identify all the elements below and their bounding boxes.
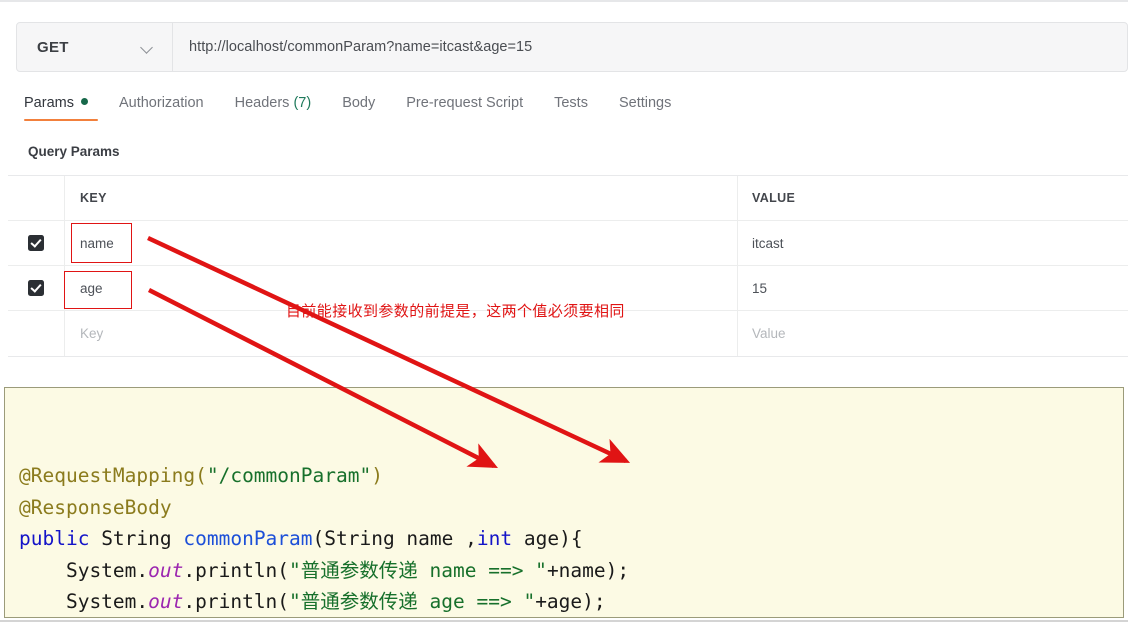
query-params-table: KEY VALUE name itcast age 15 Key Value <box>8 175 1128 357</box>
tab-authorization[interactable]: Authorization <box>119 95 204 119</box>
tab-active-underline <box>24 118 98 121</box>
header-cell-checkbox <box>8 176 65 220</box>
table-header-row: KEY VALUE <box>8 176 1128 221</box>
code-line: return "{'module':'common param'}"; <box>19 618 1123 619</box>
code-token: (String name , <box>312 527 477 550</box>
tab-pre-request-script-label: Pre-request Script <box>406 95 524 111</box>
row-value-cell-name[interactable]: itcast <box>738 221 1128 265</box>
tab-params[interactable]: Params <box>24 95 98 121</box>
code-token: @ResponseBody <box>19 495 172 519</box>
code-token: String <box>89 527 184 550</box>
tab-headers[interactable]: Headers (7) <box>235 95 312 119</box>
request-tab-bar: Params Authorization Headers (7) Body Pr… <box>24 95 702 125</box>
row-key-cell-name[interactable]: name <box>65 221 738 265</box>
tab-tests-label: Tests <box>554 95 588 111</box>
header-cell-value: VALUE <box>738 176 1128 220</box>
row-value-cell-empty[interactable]: Value <box>738 311 1128 356</box>
row-key-name: name <box>80 235 114 251</box>
code-token: out <box>148 590 184 613</box>
code-line: @ResponseBody <box>19 492 1123 524</box>
code-token: +name); <box>546 558 630 582</box>
tab-settings-label: Settings <box>618 95 672 111</box>
tab-headers-label: Headers <box>234 95 290 111</box>
screenshot-root: GET Params Authorization Headers (7) Bod… <box>0 0 1128 630</box>
row-checkbox-cell-empty[interactable] <box>8 311 65 356</box>
tab-headers-count: (7) <box>293 95 312 111</box>
tab-settings[interactable]: Settings <box>619 95 671 119</box>
row-checkbox-name[interactable] <box>28 235 44 251</box>
column-header-value: VALUE <box>752 191 796 205</box>
tab-body-label: Body <box>342 95 376 111</box>
code-token: System. <box>19 558 149 582</box>
code-line: System.out.println("普通参数传递 name ==> "+na… <box>19 555 1123 587</box>
code-token: out <box>148 558 184 582</box>
code-line: System.out.println("普通参数传递 age ==> "+age… <box>19 586 1123 617</box>
row-value-name: itcast <box>752 235 784 251</box>
code-token: .println( <box>183 558 290 582</box>
tab-params-label: Params <box>24 95 74 111</box>
row-value-placeholder: Value <box>752 326 786 341</box>
code-token: +age); <box>535 590 606 613</box>
chevron-down-icon <box>141 41 154 54</box>
code-lines: @RequestMapping("/commonParam") @Response… <box>19 460 1123 619</box>
code-token: int <box>476 527 513 550</box>
request-url-input[interactable] <box>173 23 1127 71</box>
row-checkbox-cell[interactable] <box>8 266 65 310</box>
code-token: "/commonParam" <box>206 464 372 487</box>
code-token: public <box>19 527 90 550</box>
http-method-dropdown[interactable]: GET <box>17 23 173 71</box>
row-value-cell-age[interactable]: 15 <box>738 266 1128 310</box>
code-token: "普通参数传递 name ==> " <box>289 558 547 582</box>
bottom-divider <box>0 620 1128 622</box>
tab-pre-request-script[interactable]: Pre-request Script <box>406 95 523 119</box>
code-token: commonParam <box>183 527 313 550</box>
code-token: "普通参数传递 age ==> " <box>289 590 536 613</box>
params-modified-dot-icon <box>80 98 88 105</box>
code-token: .println( <box>183 590 290 613</box>
row-value-age: 15 <box>752 280 768 296</box>
code-line: public String commonParam(String name ,i… <box>19 523 1123 555</box>
java-code-block: @RequestMapping("/commonParam") @Response… <box>4 387 1124 618</box>
request-url-bar: GET <box>16 22 1128 72</box>
table-row[interactable]: name itcast <box>8 221 1128 266</box>
tab-authorization-label: Authorization <box>118 95 204 111</box>
row-checkbox-age[interactable] <box>28 280 44 296</box>
column-header-key: KEY <box>80 191 107 205</box>
code-line: @RequestMapping("/commonParam") <box>19 460 1123 492</box>
annotation-note-text: 目前能接收到参数的前提是，这两个值必须要相同 <box>286 302 625 320</box>
header-cell-key: KEY <box>65 176 738 220</box>
tab-tests[interactable]: Tests <box>554 95 588 119</box>
http-method-label: GET <box>37 38 69 56</box>
code-token: System. <box>19 590 149 613</box>
row-key-placeholder: Key <box>80 326 104 341</box>
row-checkbox-cell[interactable] <box>8 221 65 265</box>
row-key-age: age <box>80 280 103 296</box>
tab-body[interactable]: Body <box>342 95 375 119</box>
code-token: ) <box>371 464 383 487</box>
query-params-title: Query Params <box>28 144 120 159</box>
code-token: age){ <box>512 527 583 550</box>
code-token: @RequestMapping( <box>19 464 207 487</box>
